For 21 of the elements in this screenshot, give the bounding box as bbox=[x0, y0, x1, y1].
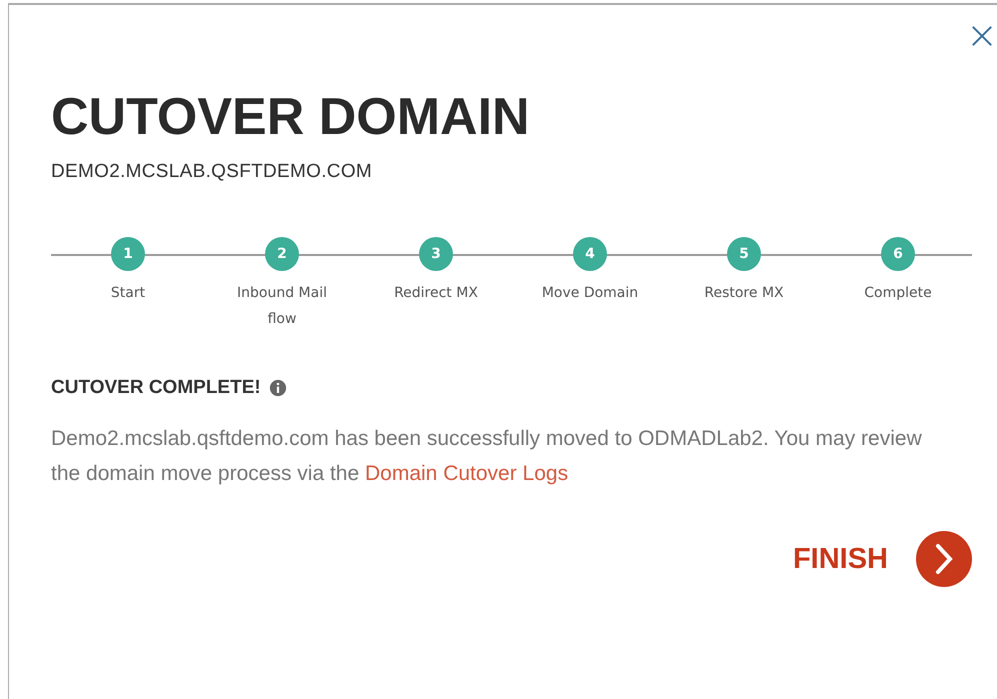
finish-button[interactable]: FINISH bbox=[792, 531, 972, 587]
result-heading: CUTOVER COMPLETE! bbox=[51, 377, 261, 399]
logs-link[interactable]: Domain Cutover Logs bbox=[365, 462, 568, 485]
domain-name: DEMO2.MCSLAB.QSFTDEMO.COM bbox=[51, 161, 374, 183]
step-label: Move Domain bbox=[540, 284, 640, 303]
chevron-right-icon bbox=[916, 531, 972, 587]
close-icon[interactable] bbox=[971, 25, 993, 47]
step-label: Start bbox=[110, 284, 146, 303]
step-number: 3 bbox=[419, 237, 453, 271]
step-label: Restore MX bbox=[703, 284, 785, 303]
step-number: 2 bbox=[265, 237, 299, 271]
result-message: Demo2.mcslab.qsftdemo.com has been successfully moved to ODMADLab2. You may review the domain move process via the Domain Cutover Logs bbox=[51, 426, 923, 487]
step-number: 6 bbox=[881, 237, 915, 271]
step-label: Inbound Mail flow bbox=[236, 284, 328, 329]
step-number: 1 bbox=[111, 237, 145, 271]
info-icon[interactable] bbox=[268, 379, 287, 397]
step-number: 4 bbox=[573, 237, 607, 271]
dialog-title: CUTOVER DOMAIN bbox=[51, 87, 531, 147]
step-label: Complete bbox=[863, 284, 933, 303]
step-number: 5 bbox=[727, 237, 761, 271]
step-label: Redirect MX bbox=[393, 284, 479, 303]
